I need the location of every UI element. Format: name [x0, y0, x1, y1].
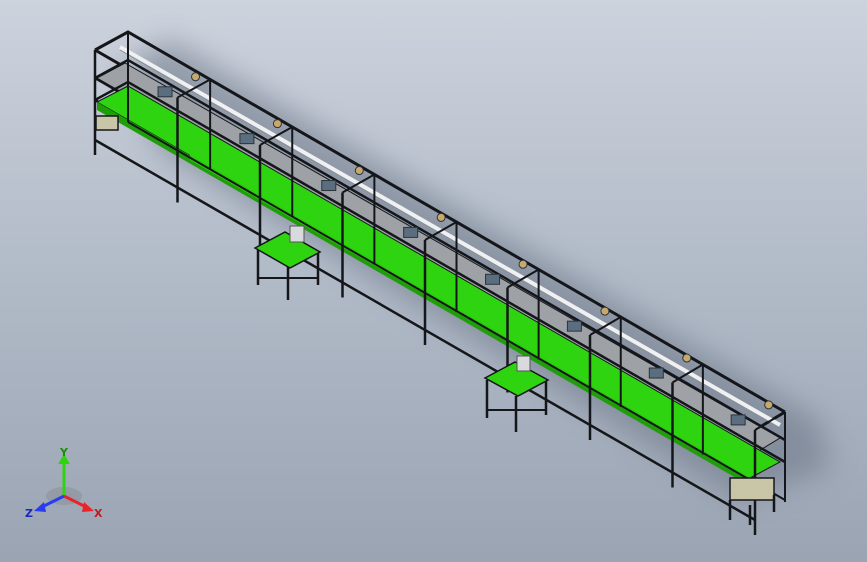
upper-shelf-plate [95, 62, 781, 456]
tail-unit[interactable] [95, 115, 119, 131]
assembly-line-3d-model[interactable] [0, 0, 867, 562]
x-axis-label: X [94, 507, 103, 520]
coordinate-triad: Y X Z [25, 448, 103, 520]
cad-viewport[interactable]: Y X Z [0, 0, 867, 562]
y-axis-label: Y [59, 448, 69, 459]
z-axis-label: Z [25, 507, 33, 520]
